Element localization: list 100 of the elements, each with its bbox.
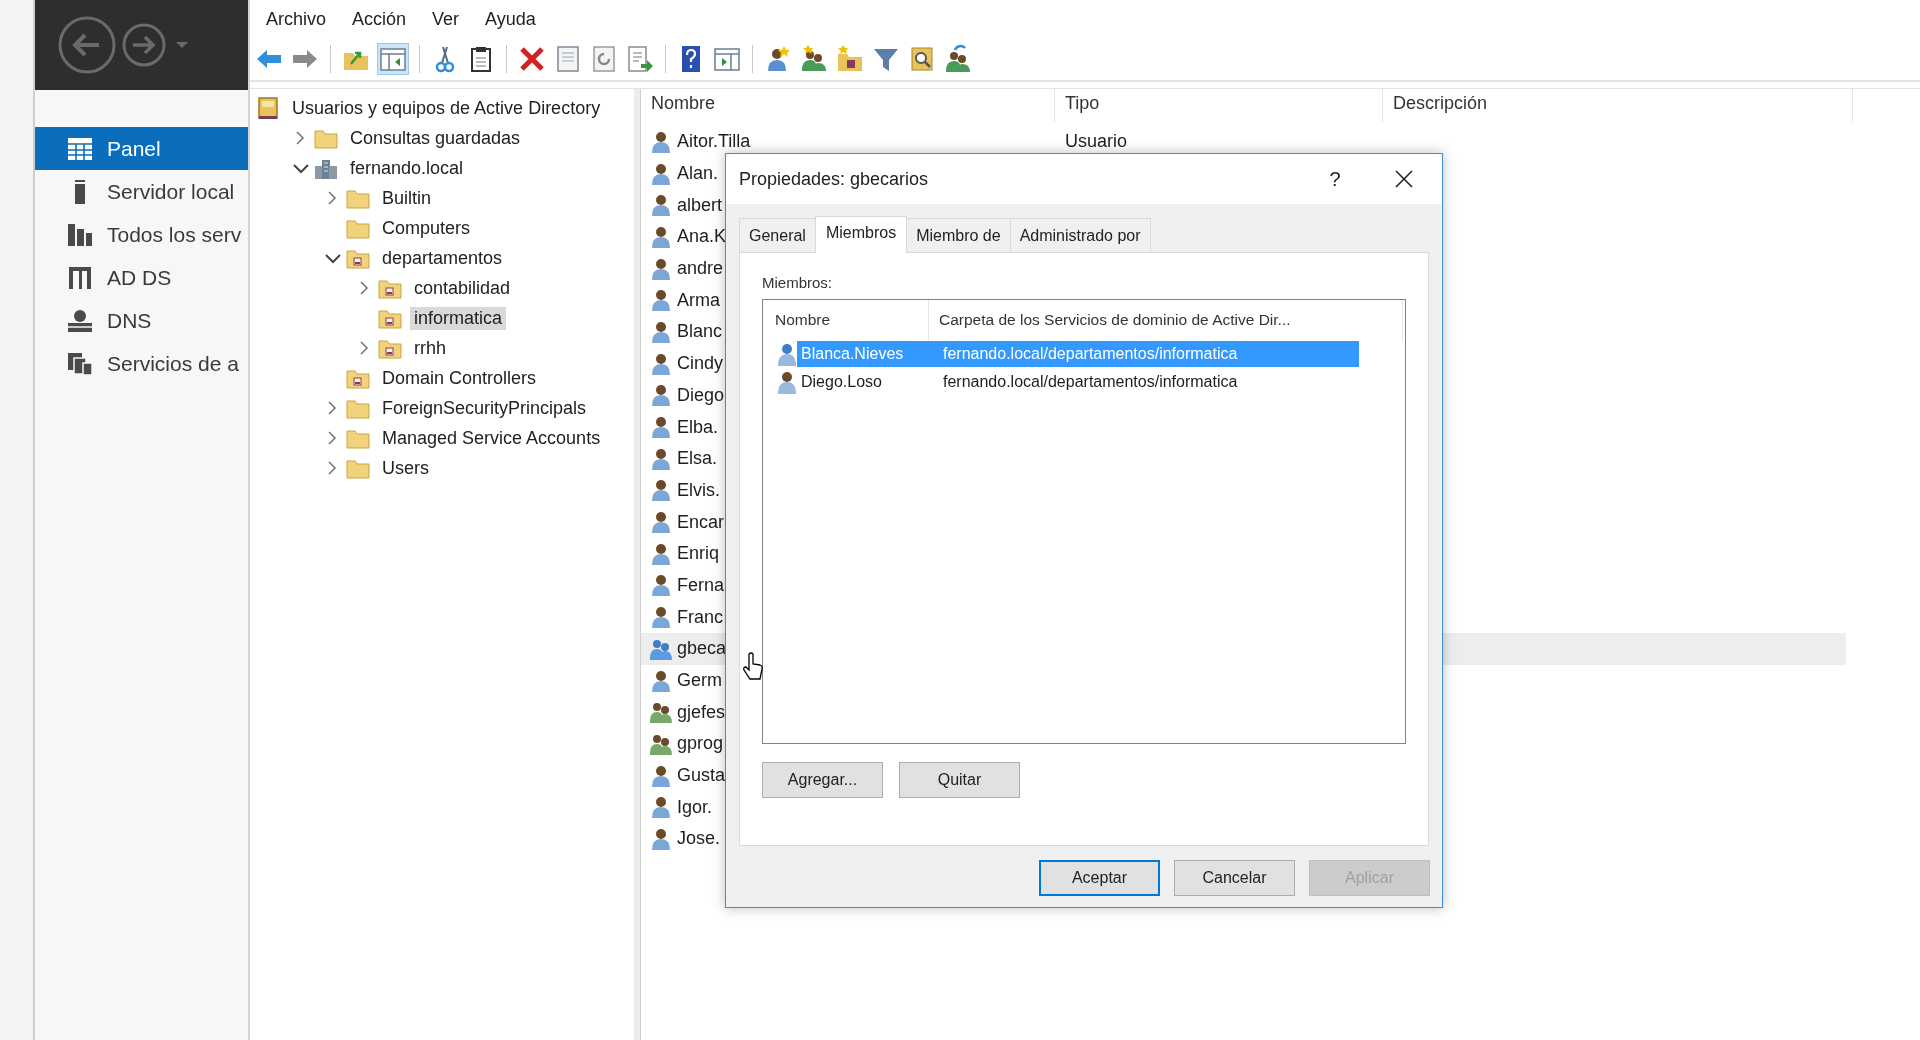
column-header[interactable]: Tipo [1055,89,1383,122]
list-item[interactable]: gjefes [677,701,726,723]
user-icon [649,256,673,281]
user-icon [649,224,673,249]
console-tree-icon[interactable] [377,43,409,75]
list-item[interactable]: Ferna [677,574,725,596]
tab[interactable]: General [739,218,816,252]
organizational-unit-icon [378,307,402,329]
list-item[interactable]: Aitor.Tilla [677,131,751,153]
new-group-icon[interactable] [799,44,829,74]
members-list[interactable]: Nombre Carpeta de los Servicios de dominio de Active Dir... Blanca.Nieves fernando.local/departamentos/informatica Diego.Loso fernando.local/departamentos/informatica [762,299,1406,744]
user-icon [649,573,673,598]
column-header[interactable]: Descripción [1383,89,1853,122]
list-item[interactable]: Diego [677,384,725,406]
button[interactable]: Aceptar [1039,860,1160,896]
list-item[interactable]: Elvis. [677,479,720,501]
list-item[interactable]: Encar [677,511,725,533]
tab[interactable]: Administrado por [1009,218,1151,252]
user-icon [649,415,673,440]
folder-icon [346,187,370,209]
tree-item[interactable]: Builtin [378,186,436,210]
list-item[interactable]: Cindy [677,353,724,375]
table-cell-text: Usuario [1064,131,1129,153]
list-item[interactable]: Elsa. [677,448,718,470]
sidebar-item[interactable]: Servicios de a [35,342,248,385]
domain-icon [314,157,338,179]
list-item[interactable]: gprog [677,733,724,755]
directory-icon [67,264,93,291]
tree-item[interactable]: Usuarios y equipos de Active Directory [288,96,605,120]
user-icon [649,478,673,503]
button[interactable]: Agregar... [762,762,883,798]
organizational-unit-icon [346,367,370,389]
list-item[interactable]: Blanc [677,321,723,343]
tree-item[interactable]: ForeignSecurityPrincipals [378,396,591,420]
list-item[interactable]: Alan. [677,163,719,185]
user-icon [649,319,673,344]
list-item[interactable]: Ana.K [677,226,727,248]
forward-icon[interactable] [121,22,167,68]
list-item[interactable]: Gusta [677,765,726,787]
sidebar-item[interactable]: Todos los serv [35,213,248,256]
menu-item[interactable]: Ver [422,8,476,30]
button[interactable]: Quitar [899,762,1020,798]
user-icon [649,795,673,820]
organizational-unit-icon [378,277,402,299]
list-item[interactable]: Arma [677,289,720,311]
user-icon [649,668,673,693]
dns-icon [67,307,93,334]
tree-item[interactable]: fernando.local [346,156,468,180]
caret-icon[interactable] [175,40,189,50]
list-item[interactable]: Diego.Loso [797,369,933,395]
user-icon [649,161,673,186]
sidebar-item[interactable]: AD DS [35,256,248,299]
tab[interactable]: Miembros [814,216,908,253]
new-ou-icon[interactable] [835,44,865,74]
tree-item[interactable]: informatica [410,306,507,330]
tree-item[interactable]: Domain Controllers [378,366,541,390]
tree-item[interactable]: Users [378,456,433,480]
list-item[interactable]: Franc [677,606,723,628]
menu-item[interactable]: Acción [342,8,423,30]
tree-item[interactable]: Consultas guardadas [346,126,525,150]
column-header[interactable]: Carpeta de los Servicios de dominio de Active Dir... [929,300,1403,340]
add-to-group-icon[interactable] [943,44,973,74]
back-icon[interactable] [57,15,117,75]
user-icon [649,826,673,851]
folder-icon [346,427,370,449]
table-cell-text: fernando.local/departamentos/informatica [942,372,1239,392]
help-button[interactable]: ? [1310,167,1360,191]
close-icon[interactable] [1394,169,1414,189]
tree-item[interactable]: rrhh [410,336,450,360]
user-icon [649,193,673,218]
organizational-unit-icon [378,337,402,359]
dashboard-icon [67,135,93,162]
list-item[interactable]: andre [677,258,724,280]
folder-icon [346,397,370,419]
sidebar-item[interactable]: DNS [35,299,248,342]
user-icon [777,370,797,394]
tree-item[interactable]: Managed Service Accounts [378,426,605,450]
folder-icon [314,127,338,149]
list-item[interactable]: Elba. [677,416,719,438]
user-icon [649,605,673,630]
list-item[interactable]: Igor. [677,796,713,818]
list-item[interactable]: gbeca [677,638,727,660]
tree-item[interactable]: contabilidad [410,276,515,300]
column-header[interactable]: Nombre [641,89,1055,122]
table-cell: fernando.local/departamentos/informatica [933,341,1359,367]
menu-item[interactable]: Ayuda [475,8,552,30]
user-icon [649,383,673,408]
menu-item[interactable]: Archivo [256,8,343,30]
tree-item[interactable]: Computers [378,216,475,240]
button[interactable]: Cancelar [1174,860,1295,896]
column-header[interactable]: Nombre [765,300,929,340]
sidebar-item[interactable]: Servidor local [35,170,248,213]
tree-item[interactable]: departamentos [378,246,507,270]
list-item[interactable]: Enriq [677,543,720,565]
list-item[interactable]: albert [677,194,723,216]
list-item[interactable]: Germ [677,670,722,692]
user-icon [649,351,673,376]
export-list-icon[interactable] [625,44,655,74]
list-item[interactable]: Jose. [677,828,721,850]
sidebar-item[interactable]: Panel [35,127,248,170]
